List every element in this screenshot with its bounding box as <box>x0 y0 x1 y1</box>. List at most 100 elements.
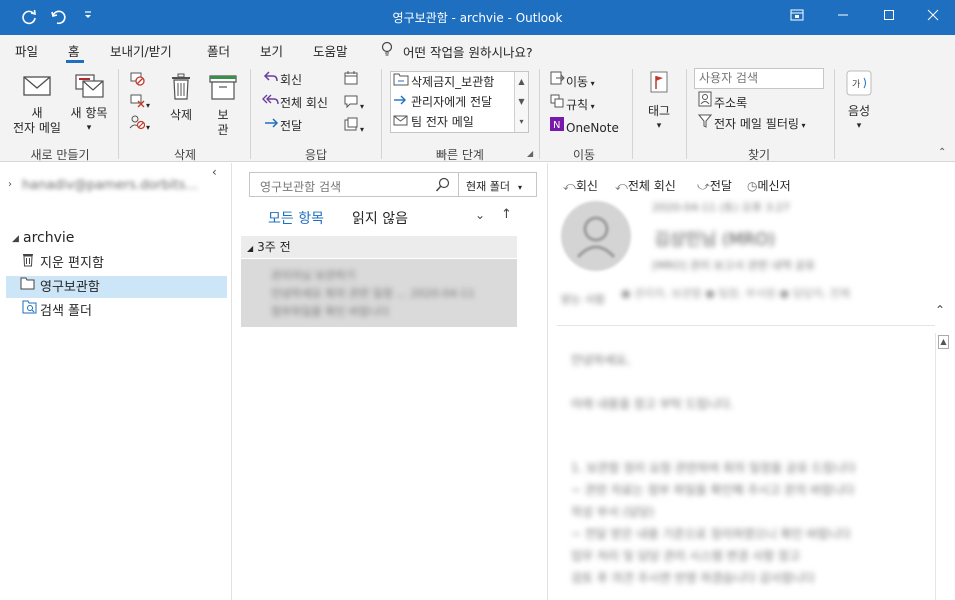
group-header[interactable]: ◢ 3주 전 <box>241 236 517 258</box>
close-icon[interactable] <box>910 0 955 35</box>
ribbon-display-icon[interactable] <box>774 0 820 35</box>
ribbon-divider <box>632 69 633 159</box>
reply-all-button[interactable]: 전체 회신 <box>262 93 328 113</box>
message-subject: [MRO] 관리 보고서 관련 내역 공유 <box>652 259 816 272</box>
quick-step-label: 팀 전자 메일 <box>411 115 474 129</box>
ignore-button[interactable] <box>128 70 146 90</box>
ribbon-tabs: 파일 홈 보내기/받기 폴더 보기 도움말 어떤 작업을 원하시나요? <box>0 35 955 63</box>
sort-chevron-icon[interactable]: ⌄ <box>475 208 485 222</box>
more-respond-button[interactable]: ▾ <box>342 116 364 136</box>
ribbon-divider <box>118 69 119 159</box>
minimize-icon[interactable] <box>820 0 866 35</box>
dialog-launcher-icon[interactable]: ◢ <box>527 149 533 158</box>
forward-icon: ⤻ <box>697 179 710 193</box>
mailbox-search-input[interactable]: 영구보관함 검색 <box>260 178 341 195</box>
avatar <box>561 201 631 271</box>
folder-label: 검색 폴더 <box>40 303 92 319</box>
maximize-icon[interactable] <box>866 0 912 35</box>
forward-button[interactable]: 전달 <box>262 116 302 136</box>
collapse-header-icon[interactable]: ⌃ <box>935 303 945 317</box>
filter-unread-tab[interactable]: 읽지 않음 <box>352 208 408 228</box>
reply-icon: ⤺ <box>563 179 576 193</box>
search-people-input[interactable]: 사용자 검색 <box>694 68 824 89</box>
messenger-action[interactable]: ◷메신저 <box>747 177 791 194</box>
collapse-archive-icon[interactable]: ◢ <box>12 234 19 244</box>
folder-arrow-icon <box>393 72 411 92</box>
forward-label: 전달 <box>280 119 303 133</box>
tab-home[interactable]: 홈 <box>68 41 80 60</box>
tell-me-search[interactable]: 어떤 작업을 원하시나요? <box>381 41 533 61</box>
to-label: 받는 사람 <box>561 293 605 306</box>
gallery-up-icon[interactable]: ▲ <box>515 72 528 92</box>
reading-scrollbar[interactable]: ▲ <box>935 333 951 600</box>
tab-view[interactable]: 보기 <box>260 41 283 60</box>
folder-item-deleted[interactable]: 지운 편지함 <box>14 252 226 274</box>
read-aloud-button[interactable]: 가 음성 ▾ <box>840 69 878 134</box>
scroll-up-icon[interactable]: ▲ <box>938 335 949 349</box>
tab-file[interactable]: 파일 <box>15 41 38 60</box>
onenote-button[interactable]: N OneNote <box>548 116 619 136</box>
quick-step-item[interactable]: 삭제금지_보관함 <box>393 72 494 92</box>
quick-step-item[interactable]: 팀 전자 메일 <box>393 112 474 132</box>
sort-direction-icon[interactable]: ↑ <box>501 207 512 222</box>
tags-button[interactable]: 태그 ▾ <box>640 69 678 134</box>
new-items-button[interactable]: 새 항목 ▾ <box>66 73 112 136</box>
new-items-label: 새 항목 <box>70 106 108 120</box>
folder-label: 영구보관함 <box>40 279 100 295</box>
reply-all-action[interactable]: ⤺전체 회신 <box>615 177 676 194</box>
expand-account-icon[interactable]: › <box>8 179 12 190</box>
archive-account-name[interactable]: archvie <box>23 230 74 246</box>
forward-action[interactable]: ⤻전달 <box>697 177 732 194</box>
title-bar: 영구보관함 - archvie - Outlook <box>0 0 955 35</box>
filter-all-tab[interactable]: 모든 항목 <box>268 208 324 228</box>
move-button[interactable]: 이동 ▾ <box>548 70 595 90</box>
filter-email-button[interactable]: 전자 메일 필터링 ▾ <box>696 114 805 134</box>
body-line: 작성 부서 (담당) <box>571 505 655 519</box>
reply-all-icon <box>262 93 280 114</box>
forward-icon <box>262 116 280 137</box>
meeting-button[interactable] <box>342 70 360 90</box>
message-item[interactable]: 관리자님 보관하기 안녕하세요 회의 관련 일정 … 2020-04-11 첨부… <box>241 259 517 327</box>
collapse-ribbon-icon[interactable]: ⌃ <box>938 147 946 158</box>
gallery-scroll[interactable]: ▲ ▼ ▾ <box>514 72 528 132</box>
read-aloud-label: 음성 <box>847 104 871 118</box>
im-button[interactable]: ▾ <box>342 93 364 113</box>
search-scope-select[interactable]: 현재 폴더 ▾ <box>466 178 522 194</box>
gallery-down-icon[interactable]: ▼ <box>515 92 528 112</box>
recipient-list: ● 관리자, 보관함 ● 팀장, 부서원 ● 담당자, 전체 <box>621 287 851 300</box>
message-sender: 김상민님 (MRO) <box>654 230 776 250</box>
collapse-pane-icon[interactable]: ‹ <box>212 165 217 179</box>
cleanup-button[interactable]: ▾ <box>128 92 150 112</box>
address-book-icon <box>696 91 714 114</box>
reading-pane: ⤺회신 ⤺전체 회신 ⤻전달 ◷메신저 2020-04-11 (토) 오후 3:… <box>549 163 955 600</box>
delete-label: 삭제 <box>169 108 193 122</box>
chevron-down-icon: ▾ <box>517 183 522 192</box>
archive-button[interactable]: 보 관 <box>204 73 242 138</box>
read-aloud-dropdown-icon: ▾ <box>856 121 862 131</box>
envelope-icon <box>393 112 411 132</box>
tab-send-receive[interactable]: 보내기/받기 <box>110 41 172 60</box>
new-email-button[interactable]: 새 전자 메일 <box>8 73 66 136</box>
gallery-more-icon[interactable]: ▾ <box>515 112 528 132</box>
folder-label: 지운 편지함 <box>40 256 104 271</box>
delete-button[interactable]: 삭제 <box>160 73 202 123</box>
junk-button[interactable]: ▾ <box>128 114 150 134</box>
quick-step-label: 삭제금지_보관함 <box>411 75 495 89</box>
tab-folder[interactable]: 폴더 <box>207 41 230 60</box>
quick-step-item[interactable]: 관리자에게 전달 <box>393 92 492 112</box>
tab-help[interactable]: 도움말 <box>313 41 348 60</box>
ribbon-divider <box>686 69 687 159</box>
account-name[interactable]: hanadiv@pamers.dorbits... <box>22 178 198 193</box>
tags-dropdown-icon: ▾ <box>656 121 662 131</box>
folder-item-search-folders[interactable]: 검색 폴더 <box>14 300 226 322</box>
rules-button[interactable]: 규칙 ▾ <box>548 93 595 113</box>
reply-button[interactable]: 회신 <box>262 70 302 90</box>
reply-action[interactable]: ⤺회신 <box>563 177 598 194</box>
forward-action-label: 전달 <box>709 179 732 193</box>
trash-icon <box>160 73 202 105</box>
message-list: 영구보관함 검색 현재 폴더 ▾ 모든 항목 읽지 않음 ⌄ ↑ ◢ 3주 전 관리… <box>233 163 548 600</box>
search-divider <box>458 173 459 196</box>
folder-item-archive[interactable]: 영구보관함 <box>6 276 227 298</box>
search-icon[interactable] <box>435 177 451 196</box>
address-book-button[interactable]: 주소록 <box>696 91 747 111</box>
